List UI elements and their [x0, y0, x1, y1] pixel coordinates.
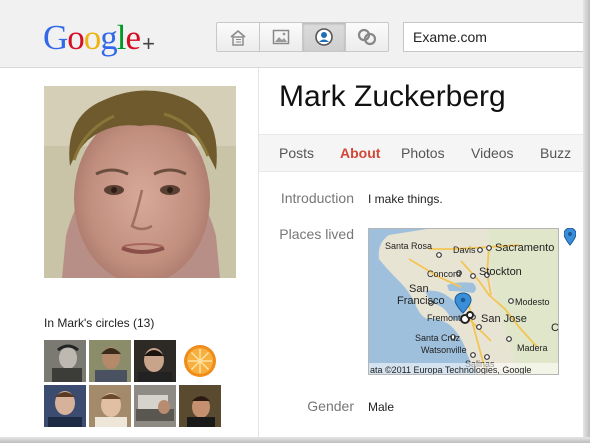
circles-icon [357, 28, 377, 46]
circle-member-thumbnail[interactable] [179, 340, 221, 382]
circle-member-thumbnail[interactable] [44, 385, 86, 427]
map-label: Concord [427, 269, 461, 279]
map-label: San Jose [481, 313, 527, 325]
gender-label: Gender [307, 398, 354, 414]
map-label: Sacramento [495, 242, 554, 254]
map-location-pin-icon[interactable] [564, 228, 576, 246]
map-label: Davis [453, 245, 476, 255]
profile-button[interactable] [302, 22, 346, 52]
main-navigation [216, 22, 389, 52]
profile-tabs: Posts About Photos Videos Buzz [259, 134, 583, 172]
tab-videos[interactable]: Videos [471, 145, 514, 161]
circle-member-thumbnail[interactable] [134, 385, 176, 427]
tab-about[interactable]: About [340, 145, 380, 161]
map-copyright: ata ©2011 Europa Technologies, Google [370, 365, 531, 375]
circle-member-thumbnail[interactable] [89, 340, 131, 382]
home-button[interactable] [216, 22, 260, 52]
circle-member-thumbnail[interactable] [179, 385, 221, 427]
map-label: Stockton [479, 266, 522, 278]
map-label: Francisco [397, 295, 445, 307]
window-edge [583, 0, 590, 443]
circle-thumbnails [44, 340, 224, 427]
profile-name: Mark Zuckerberg [279, 80, 506, 113]
introduction-value: I make things. [368, 192, 443, 206]
map-label: Madera [517, 343, 548, 353]
photos-button[interactable] [259, 22, 303, 52]
map-label: Watsonville [421, 345, 467, 355]
column-divider [258, 68, 259, 443]
map-label: Santa Cruz [415, 333, 461, 343]
profile-icon [315, 28, 333, 46]
tab-posts[interactable]: Posts [279, 145, 314, 161]
gender-value: Male [368, 400, 395, 414]
window-edge [0, 437, 590, 443]
tab-buzz[interactable]: Buzz [540, 145, 571, 161]
home-icon [230, 29, 246, 46]
circles-title[interactable]: In Mark's circles (13) [44, 316, 154, 330]
google-plus-profile-page: Google+ Exame.com In Mark's circles (13)… [0, 0, 590, 443]
circle-member-thumbnail[interactable] [44, 340, 86, 382]
tab-photos[interactable]: Photos [401, 145, 445, 161]
map-label: C [551, 322, 559, 334]
places-lived-map[interactable]: Santa Rosa Davis Sacramento Concord Stoc… [368, 228, 559, 375]
circles-button[interactable] [345, 22, 389, 52]
map-label: San [409, 283, 429, 295]
google-plus-logo[interactable]: Google+ [43, 18, 155, 58]
map-label: Santa Rosa [385, 241, 432, 251]
photos-icon [272, 29, 290, 45]
circle-member-thumbnail[interactable] [134, 340, 176, 382]
top-bar: Google+ [0, 0, 590, 68]
introduction-label: Introduction [280, 190, 354, 206]
places-lived-label: Places lived [279, 226, 354, 242]
circle-member-thumbnail[interactable] [89, 385, 131, 427]
map-label: Fremont [427, 313, 461, 323]
search-input[interactable] [403, 22, 590, 52]
profile-photo[interactable] [44, 86, 236, 278]
map-label: Modesto [515, 297, 550, 307]
